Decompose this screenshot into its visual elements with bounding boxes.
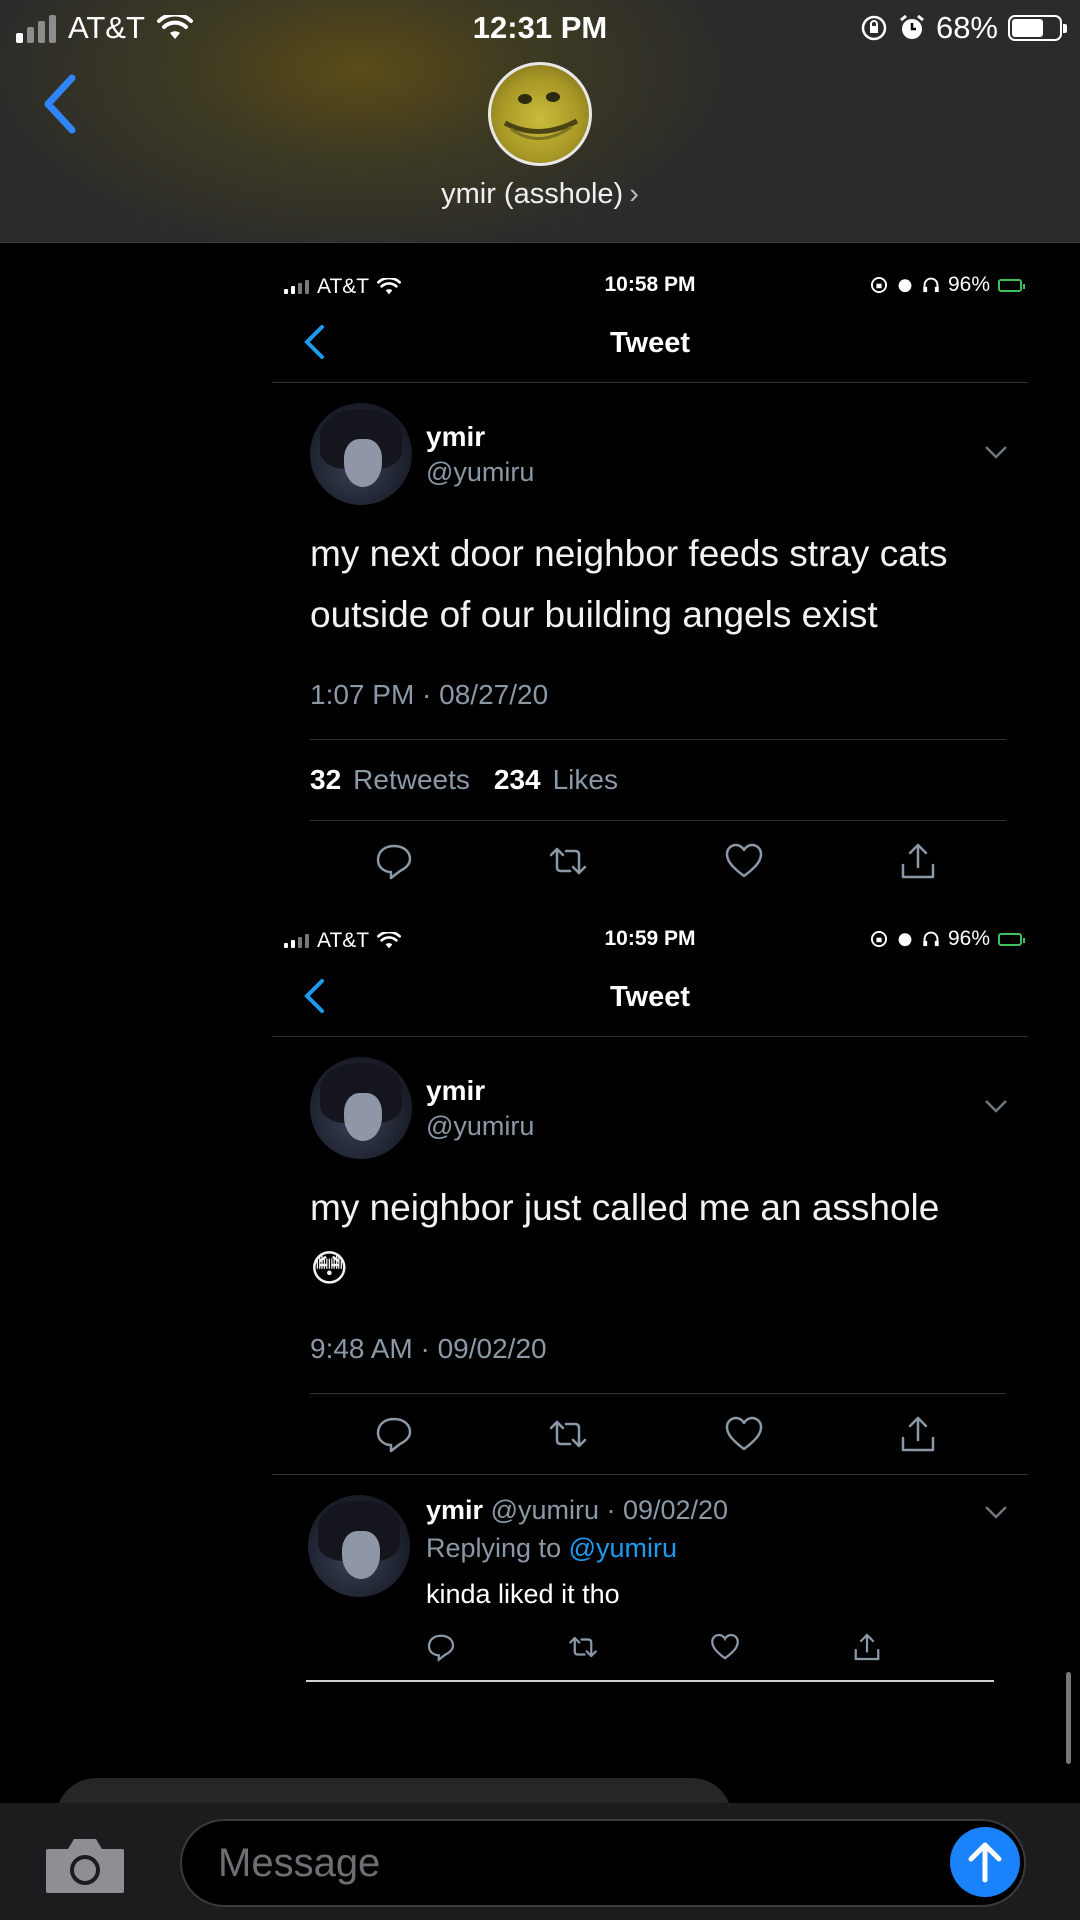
- heart-icon[interactable]: [724, 1414, 764, 1454]
- tweet-timestamp: 1:07 PM · 08/27/20: [310, 679, 549, 710]
- tweet-actions: [272, 1394, 1028, 1474]
- headphones-icon: [923, 931, 939, 947]
- tweet-text: my neighbor just called me an asshole 😳: [310, 1187, 940, 1289]
- status-right: 68%: [860, 10, 1067, 46]
- tweet-text: my next door neighbor feeds stray cats o…: [310, 533, 948, 635]
- conversation-header: AT&T 12:31 PM 68% ymir (asshole) ›: [0, 0, 1080, 243]
- reply-author-name: ymir: [426, 1495, 484, 1525]
- tweet-timestamp: 9:48 AM · 09/02/20: [310, 1333, 547, 1364]
- reply-text: kinda liked it tho: [426, 1579, 620, 1609]
- orientation-lock-icon: [870, 276, 888, 294]
- author-avatar[interactable]: [310, 1057, 412, 1159]
- headphones-icon: [923, 277, 939, 293]
- nav-title: Tweet: [609, 981, 691, 1013]
- chevron-down-icon[interactable]: [984, 445, 1008, 459]
- contact-avatar[interactable]: [488, 62, 592, 166]
- author-name: ymir: [426, 421, 486, 452]
- reply-icon[interactable]: [374, 841, 414, 881]
- alarm-icon: [898, 279, 912, 293]
- reply-author-avatar[interactable]: [308, 1495, 410, 1597]
- tweet-nav-bar: Tweet: [272, 301, 1028, 383]
- heart-icon[interactable]: [724, 841, 764, 881]
- retweet-count: 32: [310, 764, 342, 795]
- replying-to: Replying to @yumiru: [426, 1533, 677, 1564]
- charging-battery-icon: [998, 278, 1025, 292]
- chevron-down-icon[interactable]: [984, 1505, 1008, 1519]
- tweet-author[interactable]: ymir @yumiru: [272, 1037, 1028, 1167]
- chevron-down-icon[interactable]: [984, 1099, 1008, 1113]
- back-chevron-icon[interactable]: [38, 72, 82, 136]
- retweet-icon[interactable]: [548, 841, 588, 881]
- chevron-right-icon: ›: [629, 178, 639, 210]
- author-handle: @yumiru: [426, 1111, 535, 1141]
- scroll-indicator[interactable]: [1066, 1672, 1071, 1764]
- alarm-icon: [898, 933, 912, 947]
- replying-to-label: Replying to: [426, 1533, 562, 1563]
- share-icon[interactable]: [852, 1632, 882, 1662]
- alarm-icon: [900, 14, 924, 39]
- tweet-nav-bar: Tweet: [272, 955, 1028, 1037]
- share-icon[interactable]: [898, 1414, 938, 1454]
- embedded-status-right: 96%: [870, 273, 1025, 297]
- heart-icon[interactable]: [710, 1632, 740, 1662]
- divider: [306, 1680, 994, 1682]
- reply-header: ymir @yumiru · 09/02/20: [426, 1495, 728, 1526]
- reply-tweet[interactable]: ymir @yumiru · 09/02/20 Replying to @yum…: [272, 1474, 1028, 1682]
- status-bar: AT&T 12:31 PM 68%: [0, 0, 1080, 54]
- tweet-author[interactable]: ymir @yumiru: [272, 383, 1028, 513]
- reply-meta: @yumiru · 09/02/20: [490, 1495, 729, 1525]
- embedded-status-bar: AT&T 10:58 PM 96%: [272, 243, 1028, 301]
- send-button[interactable]: [950, 1827, 1020, 1897]
- tweet-actions: [272, 821, 1028, 901]
- screenshot-attachment[interactable]: AT&T 10:58 PM 96% Tweet ymir @yumiru my …: [272, 243, 1028, 1803]
- nav-title: Tweet: [609, 327, 691, 359]
- retweet-icon[interactable]: [568, 1632, 598, 1662]
- orientation-lock-icon: [870, 930, 888, 948]
- contact-name[interactable]: ymir (asshole) ›: [0, 178, 1080, 211]
- arrow-up-icon: [968, 1842, 1002, 1883]
- reply-icon[interactable]: [374, 1414, 414, 1454]
- message-composer: [0, 1803, 1080, 1920]
- mention-link[interactable]: @yumiru: [569, 1533, 677, 1563]
- reply-icon[interactable]: [426, 1632, 456, 1662]
- frog-face-image: [503, 92, 579, 140]
- author-avatar[interactable]: [310, 403, 412, 505]
- embedded-status-bar: AT&T 10:59 PM 96%: [272, 901, 1028, 955]
- orientation-lock-icon: [861, 15, 887, 41]
- charging-battery-icon: [998, 932, 1025, 946]
- retweets-label[interactable]: Retweets: [353, 764, 470, 796]
- battery-percent: 96%: [947, 273, 990, 296]
- message-input[interactable]: [180, 1819, 1026, 1907]
- author-handle: @yumiru: [426, 457, 535, 487]
- battery-icon: [1008, 15, 1067, 41]
- battery-percent: 96%: [947, 927, 990, 950]
- author-name: ymir: [426, 1075, 486, 1106]
- camera-icon[interactable]: [44, 1837, 126, 1895]
- likes-label[interactable]: Likes: [553, 764, 618, 796]
- tweet-stats: 32 Retweets 234 Likes: [272, 740, 1028, 820]
- like-count: 234: [493, 764, 541, 795]
- contact-name-label: ymir (asshole): [441, 178, 624, 210]
- battery-percent: 68%: [935, 10, 998, 45]
- embedded-status-right: 96%: [870, 927, 1025, 951]
- retweet-icon[interactable]: [548, 1414, 588, 1454]
- share-icon[interactable]: [898, 841, 938, 881]
